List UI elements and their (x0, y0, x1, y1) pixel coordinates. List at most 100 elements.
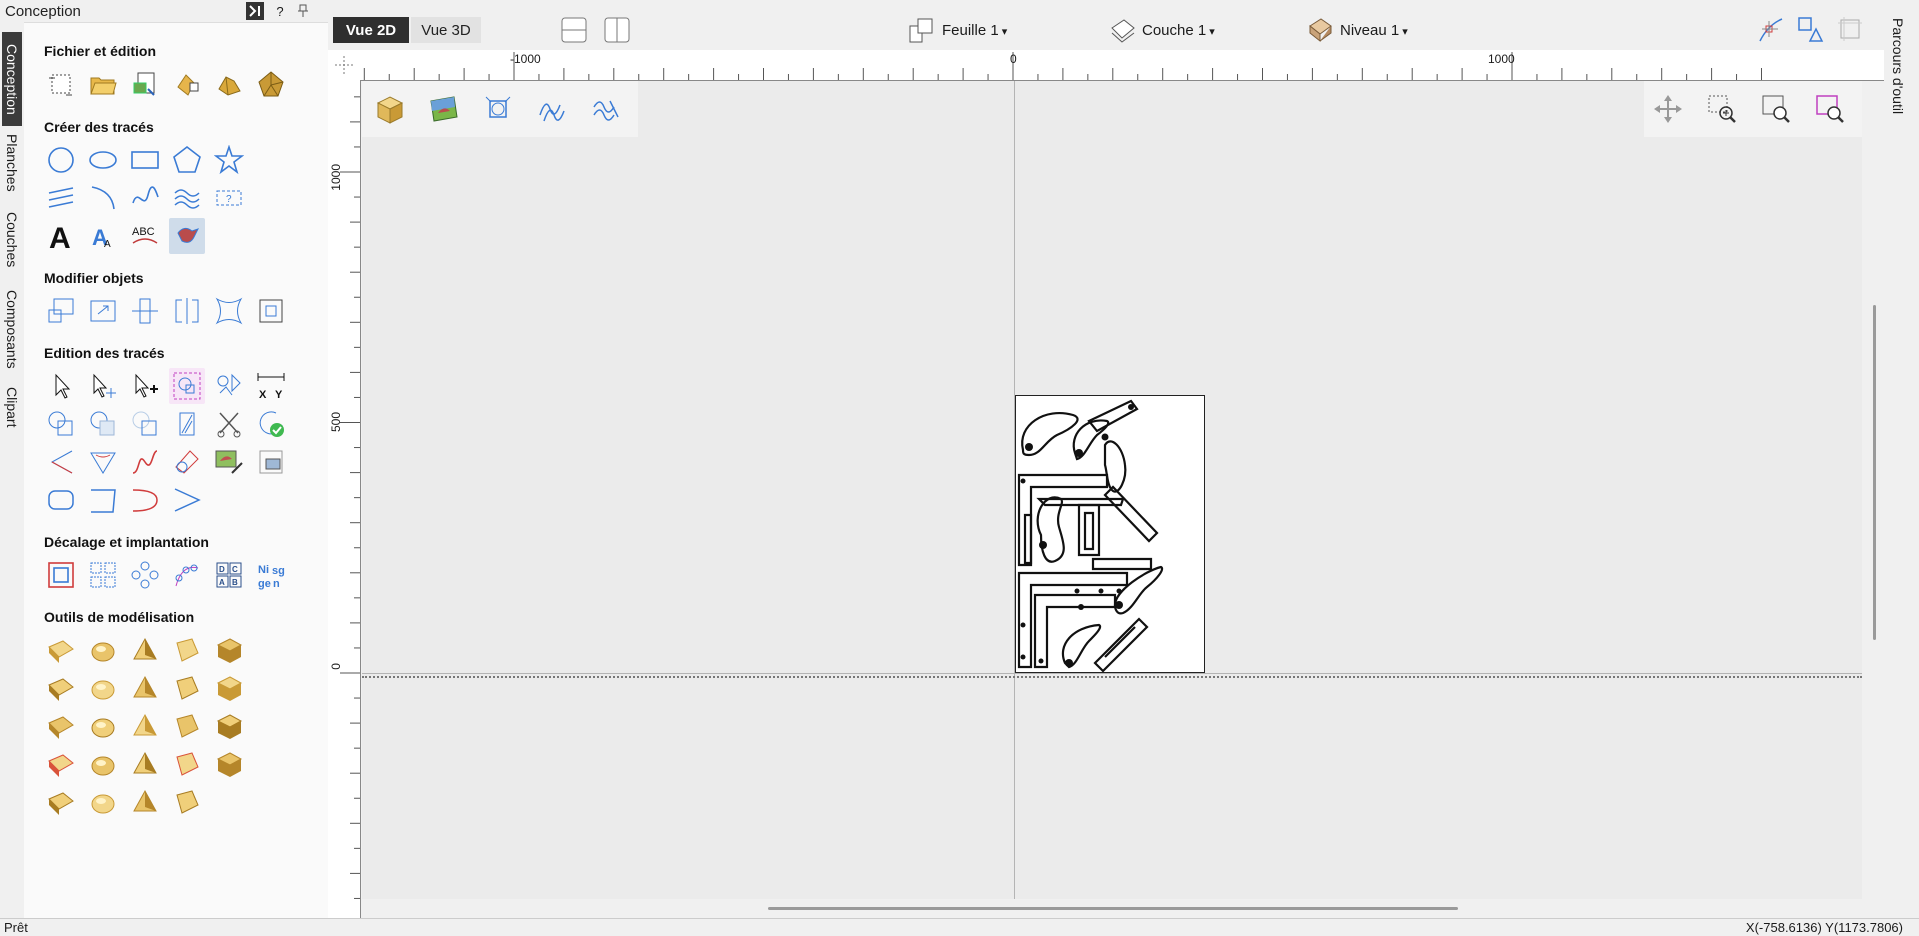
curve-tool[interactable] (127, 180, 163, 216)
dome-tool[interactable] (85, 632, 121, 668)
spin-tool[interactable] (85, 670, 121, 706)
sheet-dropdown[interactable]: Feuille 1 (908, 15, 1007, 45)
drawing-canvas[interactable] (362, 81, 1862, 899)
snap-grid-button[interactable] (1755, 13, 1785, 45)
star-tool[interactable] (211, 142, 247, 178)
cube-closed-tool[interactable] (169, 784, 205, 820)
split-vertical-button[interactable] (603, 15, 631, 45)
cylinder-tool[interactable] (43, 670, 79, 706)
align-tool[interactable] (253, 293, 289, 329)
rounded-rect-tool[interactable] (43, 482, 79, 518)
collapse-panel-button[interactable] (246, 2, 264, 20)
weld-tool[interactable] (43, 406, 79, 442)
arc-tool[interactable] (85, 180, 121, 216)
material-sheet[interactable] (1015, 395, 1205, 673)
text-tool[interactable]: A (43, 218, 79, 254)
nest-letters-tool[interactable]: Ni sg ge n (253, 557, 289, 593)
text-on-curve-tool[interactable]: ABC (127, 218, 163, 254)
transform-tool[interactable] (127, 368, 163, 404)
flame-tool[interactable] (127, 746, 163, 782)
level-dropdown[interactable]: Niveau 1 (1306, 15, 1408, 45)
texture-tool[interactable] (43, 708, 79, 744)
pin-button[interactable] (294, 2, 312, 20)
clip-tool[interactable] (127, 708, 163, 744)
copy-along-path-tool[interactable] (169, 557, 205, 593)
weave-tool[interactable] (85, 708, 121, 744)
box-3d-tool[interactable] (211, 632, 247, 668)
material-setup-button[interactable] (368, 87, 412, 131)
import-model-button[interactable] (253, 66, 289, 102)
offset-vector-tool[interactable] (43, 557, 79, 593)
zoom-box-button[interactable] (1700, 87, 1744, 131)
split-horizontal-button[interactable] (560, 15, 588, 45)
nesting-tool[interactable]: DCAB (211, 557, 247, 593)
smooth-block-tool[interactable] (85, 784, 121, 820)
bitmap-resize-tool[interactable] (253, 444, 289, 480)
join-tool[interactable] (43, 444, 79, 480)
ruler-origin-corner[interactable] (328, 50, 361, 81)
smooth-tool[interactable] (127, 444, 163, 480)
curve-fit-tool[interactable] (127, 482, 163, 518)
tab-composants[interactable]: Composants (2, 283, 22, 375)
bitmap-trace-tool[interactable] (169, 218, 205, 254)
merge-tool[interactable] (169, 746, 205, 782)
circular-copy-tool[interactable] (127, 557, 163, 593)
tab-planches[interactable]: Planches (2, 130, 22, 196)
waves-tool[interactable] (211, 746, 247, 782)
view-3d-tab[interactable]: Vue 3D (411, 17, 481, 43)
dimension-tool[interactable]: ? (211, 180, 247, 216)
auto-layout-text-tool[interactable]: AA (85, 218, 121, 254)
tab-couches[interactable]: Couches (2, 205, 22, 275)
layer-dropdown[interactable]: Couche 1 (1108, 15, 1215, 45)
view-2d-tab[interactable]: Vue 2D (333, 17, 409, 43)
mirror-tool[interactable] (169, 293, 205, 329)
slice-tool[interactable] (169, 708, 205, 744)
help-button[interactable]: ? (271, 2, 289, 20)
intersect-tool[interactable] (127, 406, 163, 442)
ellipse-tool[interactable] (85, 142, 121, 178)
show-bounds-button[interactable] (1835, 13, 1865, 45)
measure-xy-tool[interactable]: XY (253, 368, 289, 404)
scale-tool[interactable] (43, 293, 79, 329)
distort-tool[interactable] (211, 293, 247, 329)
bevel-tool[interactable] (85, 482, 121, 518)
red-cube-tool[interactable] (43, 746, 79, 782)
scissors-tool[interactable] (211, 406, 247, 442)
create-new-job-button[interactable] (43, 66, 79, 102)
hand-sculpt-tool[interactable] (211, 670, 247, 706)
job-setup-button[interactable] (169, 66, 205, 102)
tab-toolpaths[interactable]: Parcours d'outil (1890, 18, 1906, 114)
horizontal-scrollbar[interactable] (768, 907, 1458, 910)
rectangle-tool[interactable] (127, 142, 163, 178)
open-file-button[interactable] (85, 66, 121, 102)
zoom-extents-button[interactable] (1754, 87, 1798, 131)
group-tool[interactable] (169, 368, 205, 404)
extrude-tool[interactable] (169, 632, 205, 668)
flat-surface-tool[interactable] (43, 632, 79, 668)
toolpath-view-button[interactable] (530, 87, 574, 131)
zoom-material-button[interactable] (1808, 87, 1852, 131)
subtract-tool[interactable] (85, 406, 121, 442)
bitmap-view-button[interactable] (422, 87, 466, 131)
select-tool[interactable] (43, 368, 79, 404)
tab-conception[interactable]: Conception (2, 32, 22, 126)
polyline-tool[interactable] (43, 180, 79, 216)
import-vectors-button[interactable] (127, 66, 163, 102)
stack-tool[interactable] (211, 708, 247, 744)
resize-tool[interactable] (85, 293, 121, 329)
pyramid-tool[interactable] (127, 632, 163, 668)
key-tool[interactable] (127, 670, 163, 706)
tab-clipart[interactable]: Clipart (2, 383, 22, 431)
circle-tool[interactable] (43, 142, 79, 178)
twist-tool[interactable] (169, 670, 205, 706)
toolpath-preview-button[interactable] (584, 87, 628, 131)
align-center-tool[interactable] (127, 293, 163, 329)
ungroup-tool[interactable] (211, 368, 247, 404)
pan-button[interactable] (1646, 87, 1690, 131)
import-component-button[interactable] (211, 66, 247, 102)
wave-pattern-tool[interactable] (169, 180, 205, 216)
array-copy-tool[interactable] (85, 557, 121, 593)
transform-view-button[interactable] (476, 87, 520, 131)
trim-tool[interactable] (169, 406, 205, 442)
cut-tool[interactable] (85, 746, 121, 782)
